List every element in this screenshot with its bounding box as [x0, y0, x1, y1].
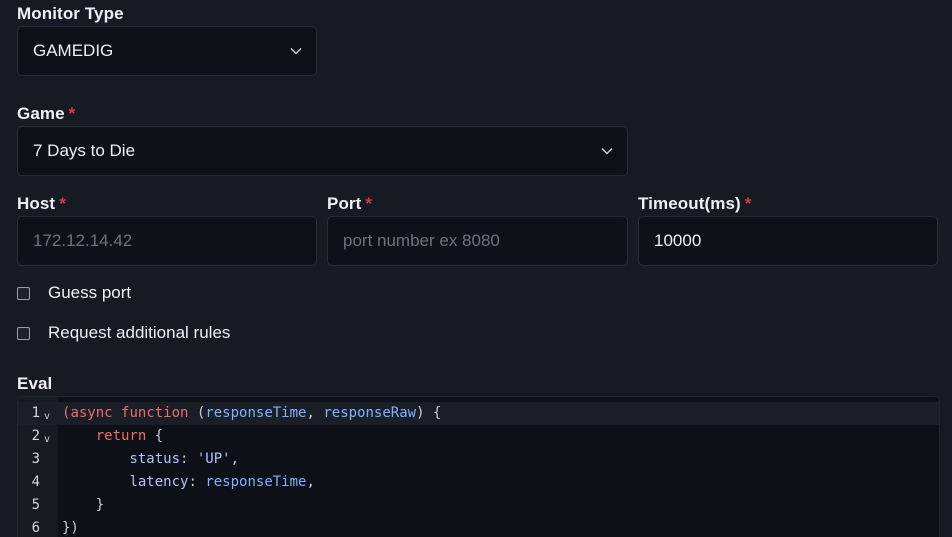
game-select[interactable]: 7 Days to Die [17, 126, 628, 176]
code-token: }) [62, 520, 79, 536]
monitor-form: Monitor Type GAMEDIG Game * 7 Days to Die… [0, 0, 952, 537]
timeout-value: 10000 [654, 231, 702, 250]
monitor-type-label-text: Monitor Type [17, 4, 124, 23]
eval-label: Eval [17, 374, 52, 394]
line-number: 6 [31, 520, 40, 536]
monitor-type-value: GAMEDIG [33, 41, 114, 60]
code-token: : [180, 451, 197, 467]
code-token: responseTime [205, 474, 307, 490]
required-mark: * [59, 194, 66, 213]
request-rules-row[interactable]: Request additional rules [17, 323, 230, 343]
code-text: latency: responseTime, [62, 471, 315, 494]
required-mark: * [68, 104, 76, 123]
code-text: status: 'UP', [62, 448, 239, 471]
code-token: return [95, 428, 147, 444]
code-token: status [129, 451, 181, 467]
host-label-text: Host [17, 194, 56, 213]
port-input[interactable]: port number ex 8080 [327, 216, 628, 266]
line-number: 5 [31, 497, 40, 513]
monitor-type-select[interactable]: GAMEDIG [17, 26, 317, 76]
code-token: responseTime [205, 405, 307, 421]
code-text: } [62, 494, 104, 517]
required-mark: * [365, 194, 373, 213]
port-label: Port * [327, 194, 372, 214]
line-number: 4 [31, 474, 40, 490]
monitor-type-label: Monitor Type [17, 4, 124, 24]
request-rules-label: Request additional rules [48, 323, 231, 342]
code-text: (async function (responseTime, responseR… [62, 402, 441, 425]
code-token: , [306, 474, 315, 490]
eval-label-text: Eval [17, 374, 53, 393]
guess-port-checkbox[interactable] [17, 286, 30, 300]
code-token: } [62, 497, 105, 513]
timeout-label: Timeout(ms) * [638, 194, 752, 214]
host-placeholder: 172.12.14.42 [33, 231, 133, 250]
code-text: return { [62, 425, 163, 448]
port-placeholder: port number ex 8080 [343, 231, 500, 250]
code-line[interactable]: 5 } [18, 494, 939, 517]
host-label: Host * [17, 194, 66, 214]
line-number: 1 [31, 405, 40, 421]
port-label-text: Port [327, 194, 362, 213]
code-token: latency [129, 474, 189, 490]
code-token: , [306, 405, 324, 421]
code-line[interactable]: 1 v (async function (responseTime, respons… [18, 402, 939, 425]
game-value: 7 Days to Die [33, 141, 136, 160]
code-token: ( [188, 405, 206, 421]
timeout-input[interactable]: 10000 [638, 216, 938, 266]
code-token: : [188, 474, 206, 490]
code-token: async [70, 405, 113, 421]
line-number: 2 [31, 428, 40, 444]
required-mark: * [744, 194, 752, 213]
chevron-down-icon [599, 143, 615, 159]
host-input[interactable]: 172.12.14.42 [17, 216, 317, 266]
code-line[interactable]: 6}) [18, 517, 939, 537]
timeout-label-text: Timeout(ms) [638, 194, 741, 213]
code-text: }) [62, 517, 79, 537]
code-line[interactable]: 3 status: 'UP', [18, 448, 939, 471]
code-token: 'UP' [196, 451, 231, 467]
eval-code-editor[interactable]: 1 v (async function (responseTime, respons… [17, 396, 940, 537]
guess-port-label: Guess port [48, 283, 132, 302]
chevron-down-icon [288, 43, 304, 59]
game-label-text: Game [17, 104, 65, 123]
code-line[interactable]: 4 latency: responseTime, [18, 471, 939, 494]
code-token: , [230, 451, 240, 467]
request-rules-checkbox[interactable] [17, 326, 30, 340]
code-token: responseRaw [323, 405, 417, 421]
guess-port-row[interactable]: Guess port [17, 283, 131, 303]
game-label: Game * [17, 104, 75, 124]
code-token: ) { [416, 405, 442, 421]
code-token: { [146, 428, 164, 444]
code-line[interactable]: 2v return { [18, 425, 939, 448]
line-number: 3 [31, 451, 40, 467]
code-token: function [121, 405, 189, 421]
